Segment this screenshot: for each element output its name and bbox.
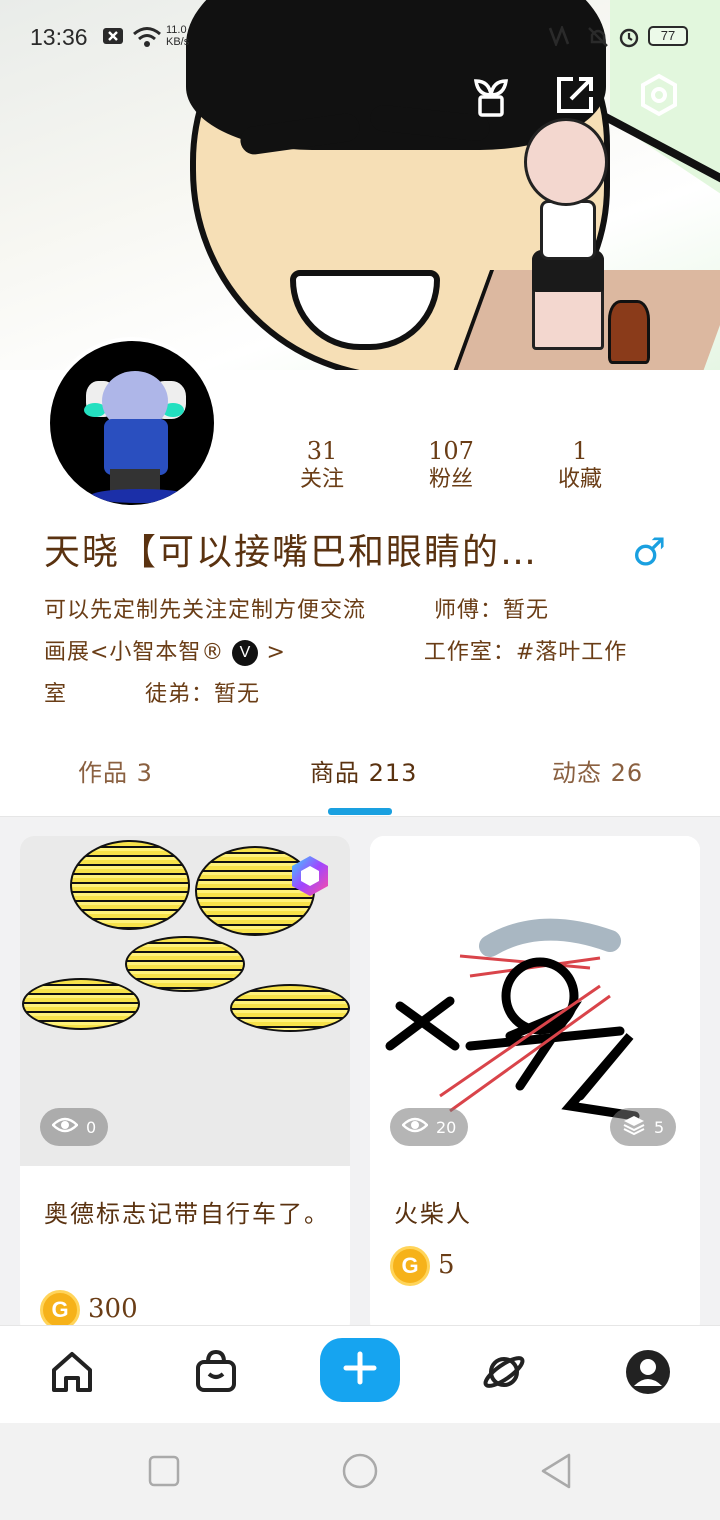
- product-title: 火柴人: [394, 1200, 472, 1228]
- nfc-icon: [548, 24, 572, 48]
- profile-name: 天晓【可以接嘴巴和眼睛的…: [44, 532, 539, 573]
- bio-text: 室: [44, 682, 68, 707]
- bio-text: 工作室：#落叶工作: [423, 640, 628, 665]
- back-button[interactable]: [536, 1453, 576, 1493]
- tab-activity[interactable]: 动态 26: [552, 756, 643, 790]
- planet-icon: [480, 1348, 528, 1400]
- back-triangle-icon: [539, 1453, 573, 1493]
- avatar[interactable]: [46, 337, 218, 509]
- product-price: 300: [88, 1294, 138, 1324]
- verified-badge-icon: V: [232, 640, 259, 666]
- bio-line: 可以先定制先关注定制方便交流 师傅：暂无: [44, 590, 684, 632]
- profile-bio: 可以先定制先关注定制方便交流 师傅：暂无 画展<小智本智® V > 工作室：#落…: [44, 590, 684, 716]
- coin-stack: [22, 978, 140, 1030]
- stat-favorites[interactable]: 1 收藏: [530, 437, 630, 495]
- views-count: 20: [436, 1117, 457, 1137]
- product-thumbnail: 20 5: [370, 836, 700, 1166]
- nav-explore[interactable]: [476, 1346, 532, 1402]
- nav-profile[interactable]: [620, 1346, 676, 1402]
- mute-icon: [586, 26, 610, 47]
- bio-text: 可以先定制先关注定制方便交流: [44, 598, 367, 623]
- avatar-base: [90, 489, 190, 503]
- stat-fans[interactable]: 107 粉丝: [401, 437, 501, 495]
- views-pill: 20: [390, 1108, 469, 1146]
- views-pill: 0: [40, 1108, 109, 1146]
- stat-value: 31: [306, 437, 338, 465]
- settings-button[interactable]: [636, 73, 682, 121]
- square-icon: [148, 1455, 180, 1491]
- stat-label: 粉丝: [428, 467, 473, 492]
- notification-icon: [102, 26, 124, 46]
- stat-label: 收藏: [557, 467, 602, 492]
- status-time: 13:36: [30, 24, 88, 50]
- stat-value: 1: [572, 437, 588, 465]
- plus-icon: [343, 1351, 377, 1389]
- doll-body: [540, 200, 596, 260]
- circle-icon: [341, 1452, 379, 1494]
- coin-stack: [230, 984, 350, 1032]
- wifi-icon: [132, 26, 162, 47]
- doll-pet: [608, 300, 650, 364]
- shop-icon: [192, 1348, 240, 1400]
- bio-text: 师傅：暂无: [434, 598, 550, 623]
- product-card[interactable]: 20 5 火柴人 G 5: [370, 836, 700, 1336]
- bio-text: >: [266, 640, 286, 665]
- coin-stack: [125, 936, 245, 992]
- bio-line: 室 徒弟：暂无: [44, 674, 684, 716]
- product-price: 5: [438, 1250, 455, 1280]
- doll-head: [524, 118, 608, 206]
- layers-icon: [622, 1114, 646, 1140]
- bio-text: 画展<小智本智®: [44, 640, 225, 665]
- stat-following[interactable]: 31 关注: [272, 437, 372, 495]
- alarm-icon: [618, 26, 640, 48]
- coin-icon: G: [390, 1246, 430, 1286]
- eye-icon: [51, 1116, 79, 1138]
- product-thumbnail: 0: [20, 836, 350, 1166]
- share-icon: [553, 73, 597, 121]
- stat-label: 关注: [299, 467, 344, 492]
- stat-value: 107: [428, 437, 474, 465]
- profile-icon: [624, 1348, 672, 1400]
- battery-indicator: 77: [648, 26, 688, 46]
- share-button[interactable]: [552, 74, 598, 120]
- system-navigation: [0, 1423, 720, 1520]
- net-speed: 11.0 KB/s: [166, 24, 190, 48]
- plant-icon: [470, 73, 512, 121]
- nav-home[interactable]: [44, 1346, 100, 1402]
- active-tab-indicator: [328, 808, 392, 815]
- tab-products[interactable]: 商品 213: [310, 756, 417, 790]
- coin-icon: G: [40, 1290, 80, 1330]
- tab-works[interactable]: 作品 3: [78, 756, 153, 790]
- home-icon: [48, 1348, 96, 1400]
- gender-icon: ♂: [632, 530, 667, 574]
- layers-pill: 5: [610, 1108, 677, 1146]
- home-button[interactable]: [340, 1453, 380, 1493]
- status-bar: 13:36 11.0 KB/s 77: [0, 0, 720, 72]
- avatar-hoodie: [104, 419, 168, 475]
- layers-count: 5: [654, 1117, 665, 1137]
- hexagon-badge-icon: [288, 854, 332, 898]
- nav-shop[interactable]: [188, 1346, 244, 1402]
- settings-icon: [637, 73, 681, 121]
- product-title: 奥德标志记带自行车了。: [44, 1200, 330, 1228]
- plant-button[interactable]: [468, 74, 514, 120]
- bio-text: 徒弟：暂无: [145, 682, 261, 707]
- bio-line: 画展<小智本智® V > 工作室：#落叶工作: [44, 632, 684, 674]
- profile-tabs: 作品 3 商品 213 动态 26: [0, 748, 720, 816]
- coin-stack: [70, 840, 190, 930]
- create-button[interactable]: [320, 1338, 400, 1402]
- views-count: 0: [86, 1117, 97, 1137]
- product-card[interactable]: 0 奥德标志记带自行车了。 G 300: [20, 836, 350, 1336]
- recents-button[interactable]: [144, 1453, 184, 1493]
- eye-icon: [401, 1116, 429, 1138]
- bottom-navigation: [0, 1325, 720, 1423]
